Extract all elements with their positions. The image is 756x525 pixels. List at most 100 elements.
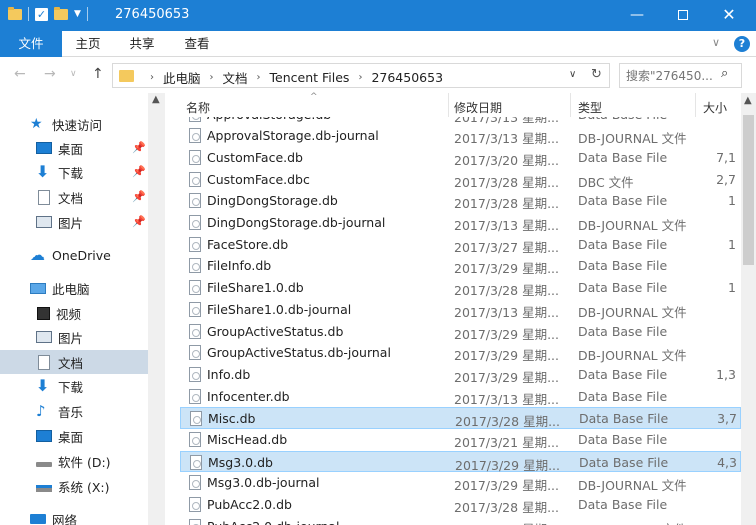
column-divider[interactable] [448,93,449,117]
file-modified-date: 2017/3/28 星期... [454,196,559,212]
sidebar-item-pictures-pinned[interactable]: 图片 📌 [0,210,148,234]
file-row[interactable]: FileInfo.db 2017/3/29 星期... Data Base File [180,255,741,277]
file-row[interactable]: Infocenter.db 2017/3/13 星期... Data Base Fi… [180,386,741,408]
file-modified-date: 2017/3/28 星期... [454,283,559,299]
file-row[interactable]: PubAcc2.0.db-journal2017/3/28 星期... DB-JO… [180,516,741,525]
up-button[interactable]: ↑ [92,66,104,82]
sidebar-item-desktop[interactable]: 桌面 [0,424,148,448]
scroll-up-arrow-icon[interactable]: ▲ [152,94,160,105]
file-row[interactable]: Info.db 2017/3/29 星期... Data Base File 1,3 [180,364,741,386]
close-button[interactable]: ✕ [706,0,752,31]
customize-toolbar-chevron-icon[interactable]: ▼ [74,9,81,19]
breadcrumb-documents[interactable]: 文档 [223,68,248,87]
breadcrumb-tencent-files[interactable]: Tencent Files [270,70,350,85]
refresh-icon[interactable]: ↻ [591,67,602,82]
sidebar-item-documents-pinned[interactable]: 文档 📌 [0,185,148,209]
file-row[interactable]: FileShare1.0.db 2017/3/28 星期... Data Base … [180,277,741,299]
forward-button[interactable]: → [44,66,56,82]
file-row[interactable]: Msg3.0.db 2017/3/29 星期... Data Base File 4,… [180,450,741,473]
sidebar-item-desktop-pinned[interactable]: 桌面 📌 [0,136,148,160]
file-name: Misc.db [208,411,256,427]
tab-share[interactable]: 共享 [114,31,170,57]
back-button[interactable]: ← [14,66,26,82]
tab-home[interactable]: 主页 [62,31,114,57]
recent-locations-chevron-icon[interactable]: ∨ [70,69,77,79]
sidebar-item-documents[interactable]: 文档 [0,350,148,374]
file-row[interactable]: CustomFace.dbc 2017/3/28 星期... DBC 文件 2,7 [180,169,741,191]
tab-file[interactable]: 文件 [0,31,62,57]
column-header-type[interactable]: 类型 [578,99,602,116]
sidebar-item-videos[interactable]: 视频 [0,301,148,325]
new-folder-icon[interactable] [54,6,68,20]
column-header-date[interactable]: 修改日期 [454,99,502,116]
file-type: Data Base File [578,280,668,296]
search-icon[interactable]: ⌕ [721,66,728,81]
scroll-up-arrow-icon[interactable]: ▲ [744,95,752,106]
column-header-size[interactable]: 大小 [703,99,727,116]
computer-icon [30,282,46,294]
file-name: PubAcc2.0.db [207,497,292,513]
column-header-name[interactable]: 名称 [186,99,210,116]
file-row[interactable]: DingDongStorage.db-journal 2017/3/13 星期..… [180,212,741,234]
file-type: Data Base File [578,388,668,404]
sidebar-item-drive-d[interactable]: 软件 (D:) [0,449,148,473]
breadcrumb-separator[interactable]: › [257,72,261,83]
tab-view[interactable]: 查看 [170,31,224,57]
sidebar-item-pictures[interactable]: 图片 [0,325,148,349]
file-row[interactable]: ApprovalStorage.db-journal 2017/3/13 星期..… [180,125,741,147]
file-row[interactable]: FaceStore.db 2017/3/27 星期... Data Base Fil… [180,234,741,256]
toolbar-divider [86,7,88,21]
file-type: DBC 文件 [578,174,634,190]
address-bar[interactable]: › 此电脑 › 文档 › Tencent Files › 276450653 ∨… [112,63,610,88]
expand-ribbon-icon[interactable]: ∨ [712,36,720,49]
help-icon[interactable]: ? [734,36,750,52]
file-icon [189,301,201,317]
file-name: Info.db [207,366,251,382]
file-row[interactable]: PubAcc2.0.db 2017/3/28 星期... Data Base Fil… [180,494,741,516]
sidebar-item-quick-access[interactable]: ★ 快速访问 [0,112,148,136]
file-row[interactable]: DingDongStorage.db 2017/3/28 星期... Data Ba… [180,190,741,212]
file-row[interactable]: CustomFace.db 2017/3/20 星期... Data Base Fi… [180,147,741,169]
document-icon [38,189,50,205]
sidebar-item-music[interactable]: ♪ 音乐 [0,399,148,423]
breadcrumb-separator[interactable]: › [358,72,362,83]
sidebar-item-network[interactable]: 网络 [0,507,148,525]
pin-icon[interactable]: 📌 [132,141,146,154]
search-box[interactable]: ⌕ [619,63,742,88]
sidebar-item-downloads[interactable]: ⬇ 下载 [0,374,148,398]
sidebar-item-onedrive[interactable]: ☁ OneDrive [0,243,148,267]
column-divider[interactable] [695,93,696,117]
column-divider[interactable] [570,93,571,117]
file-row[interactable]: Msg3.0.db-journal 2017/3/29 星期... DB-JOURN… [180,472,741,494]
file-row[interactable]: GroupActiveStatus.db 2017/3/29 星期... Data … [180,321,741,343]
sidebar-item-this-pc[interactable]: 此电脑 [0,276,148,300]
file-type: Data Base File [578,323,668,339]
breadcrumb-separator[interactable]: › [150,72,154,83]
pin-icon[interactable]: 📌 [132,215,146,228]
breadcrumb-this-pc[interactable]: 此电脑 [163,68,201,87]
file-size: 1,3 [716,366,736,382]
sidebar-item-drive-x[interactable]: 系统 (X:) [0,474,148,498]
address-dropdown-chevron-icon[interactable]: ∨ [569,69,576,80]
file-size: 1 [728,280,736,296]
file-row[interactable]: MiscHead.db 2017/3/21 星期... Data Base File [180,429,741,451]
navigation-pane-scrollbar[interactable] [148,93,165,525]
file-row[interactable]: FileShare1.0.db-journal 2017/3/13 星期... DB… [180,299,741,321]
pin-icon[interactable]: 📌 [132,165,146,178]
maximize-button[interactable] [660,0,706,31]
file-row[interactable]: ApprovalStorage.db2017/3/13 星期...Data Ba… [180,117,741,125]
file-row[interactable]: Misc.db 2017/3/28 星期... Data Base File 3,7 [180,407,741,429]
file-row[interactable]: GroupActiveStatus.db-journal 2017/3/29 星期… [180,342,741,364]
sidebar-item-downloads-pinned[interactable]: ⬇ 下载 📌 [0,160,148,184]
properties-icon[interactable]: ✓ [35,7,48,21]
file-modified-date: 2017/3/13 星期... [454,304,559,320]
pin-icon[interactable]: 📌 [132,190,146,203]
minimize-button[interactable]: — [614,0,660,31]
breadcrumb-current-folder[interactable]: 276450653 [371,70,443,85]
scrollbar-thumb[interactable] [743,115,754,265]
search-input[interactable] [626,67,718,84]
breadcrumb-separator[interactable]: › [210,72,214,83]
file-name: FileInfo.db [207,258,272,274]
breadcrumb: › 此电脑 › 文档 › Tencent Files › 276450653 [141,68,443,87]
file-list-scrollbar[interactable]: ▲ [741,93,756,525]
